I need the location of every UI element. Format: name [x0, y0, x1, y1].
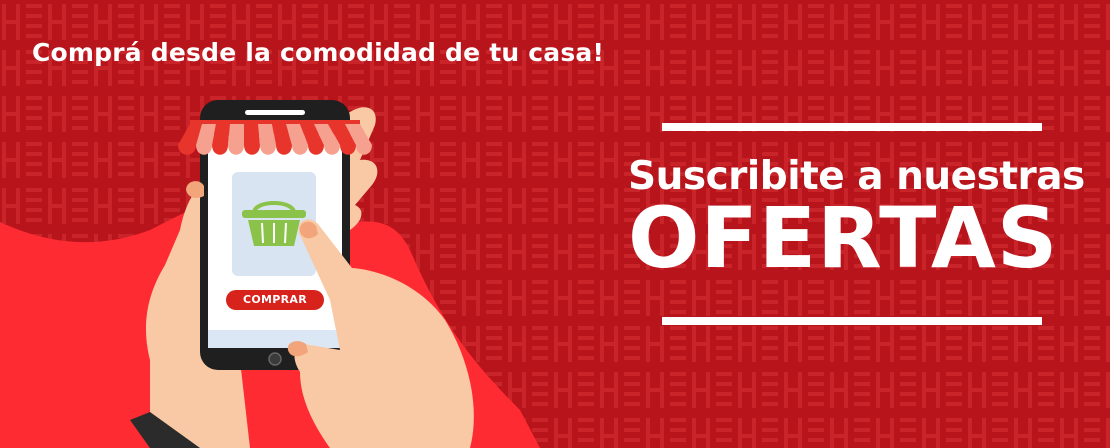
bottom-divider: [662, 317, 1042, 325]
store-awning-icon: [178, 120, 372, 155]
headline-big: OFERTAS: [628, 189, 1059, 287]
home-button-icon: [268, 352, 282, 366]
promo-banner: Comprá desde la comodidad de tu casa! CO…: [0, 0, 1110, 448]
comprar-button[interactable]: COMPRAR: [226, 290, 324, 310]
phone-illustration: [130, 100, 474, 448]
top-divider: [662, 123, 1042, 131]
